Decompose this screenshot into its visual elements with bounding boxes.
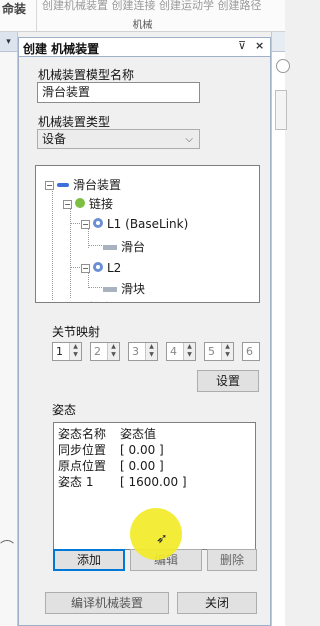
tree-node-l1[interactable]: − L1 (BaseLink) [81,217,188,232]
mouse-pointer-icon: ➶ [156,531,168,547]
mechanism-type-select[interactable]: 设备 ⌵ [37,129,200,149]
joint-spinner-3[interactable]: 3 ▲ ▼ [128,342,158,361]
right-panel-header [272,32,285,52]
collapse-icon[interactable]: − [63,200,72,209]
pose-row[interactable]: 原点位置[ 0.00 ] [58,457,164,474]
model-name-input[interactable]: 滑台装置 [37,82,200,103]
left-panel-dropdown-icon[interactable]: ▾ [0,32,17,52]
joint-spinner-2[interactable]: 2 ▲ ▼ [90,342,120,361]
mechanism-type-label: 机械装置类型 [38,115,111,129]
mechanism-icon [56,179,70,193]
link-icon [74,197,86,212]
ribbon: 命装 创建机械装置 创建连接 创建运动学 创建路径 机械 [0,0,285,32]
right-side-panel [271,32,290,626]
tree-node-l2[interactable]: − L2 [81,261,121,276]
tree-node-slider[interactable]: 滑块 [102,280,145,297]
collapse-icon[interactable]: − [81,264,90,273]
part-icon [102,241,118,255]
joint-spinner-6[interactable]: 6 [242,342,260,361]
tree-node-joints[interactable]: +接点 [63,299,113,302]
panel-title: 创建 机械装置 [23,42,100,56]
right-panel-control[interactable] [275,90,287,130]
tree-node-root[interactable]: − 滑台装置 [45,176,121,193]
part-icon [102,283,118,297]
pose-header-row: 姿态名称 姿态值 [58,427,157,441]
mechanism-tree[interactable]: −滑台装置 −链接 −L1 (BaseLink) 滑台 −L2 滑块 +接点 [35,165,260,303]
left-panel-fragment-icon: ⌒ [0,540,14,556]
joint-spinner-5[interactable]: 5 ▲ ▼ [204,342,234,361]
joint-spinner-1[interactable]: 1 ▲ ▼ [52,342,82,361]
stepper-arrows-icon: ▲ ▼ [107,343,119,360]
pin-icon[interactable]: ⊽ [238,39,246,52]
close-button[interactable]: 关闭 [177,592,257,614]
set-button[interactable]: 设置 [197,370,259,392]
ribbon-group-label: 机械 [132,20,153,31]
model-name-label: 机械装置模型名称 [38,68,135,82]
stepper-arrows-icon: ▲ ▼ [183,343,195,360]
stepper-arrows-icon: ▲ ▼ [221,343,233,360]
mechanism-type-value: 设备 [42,132,67,146]
close-icon[interactable]: × [255,39,264,52]
collapse-icon[interactable]: − [81,220,90,229]
add-button[interactable]: 添加 [53,549,125,571]
right-panel-radio-icon[interactable] [276,59,290,73]
left-side-panel: ▾ ⌒ [0,32,18,626]
stepper-arrows-icon: ▲ ▼ [69,343,81,360]
chevron-down-icon: ⌵ [185,134,193,145]
joint-icon [74,301,86,302]
ribbon-left-fragment: 命装 [2,2,27,16]
compile-mechanism-button[interactable]: 编译机械装置 [45,592,169,614]
delete-button[interactable]: 删除 [207,549,257,571]
panel-tab[interactable]: 创建 机械装置 ⊽ × [19,38,270,57]
tree-node-slide-table[interactable]: 滑台 [102,238,145,255]
stepper-arrows-icon: ▲ ▼ [145,343,157,360]
joint-spinner-4[interactable]: 4 ▲ ▼ [166,342,196,361]
pose-row[interactable]: 姿态 1[ 1600.00 ] [58,473,187,490]
joint-mapping-label: 关节映射 [52,325,101,339]
pose-row[interactable]: 同步位置[ 0.00 ] [58,441,164,458]
gear-icon [92,261,104,276]
gear-icon [92,217,104,232]
pose-label: 姿态 [52,403,77,417]
ribbon-buttons-fragment[interactable]: 创建机械装置 创建连接 创建运动学 创建路径 [42,0,262,13]
collapse-icon[interactable]: − [45,181,54,190]
tree-node-links[interactable]: − 链接 [63,195,113,212]
